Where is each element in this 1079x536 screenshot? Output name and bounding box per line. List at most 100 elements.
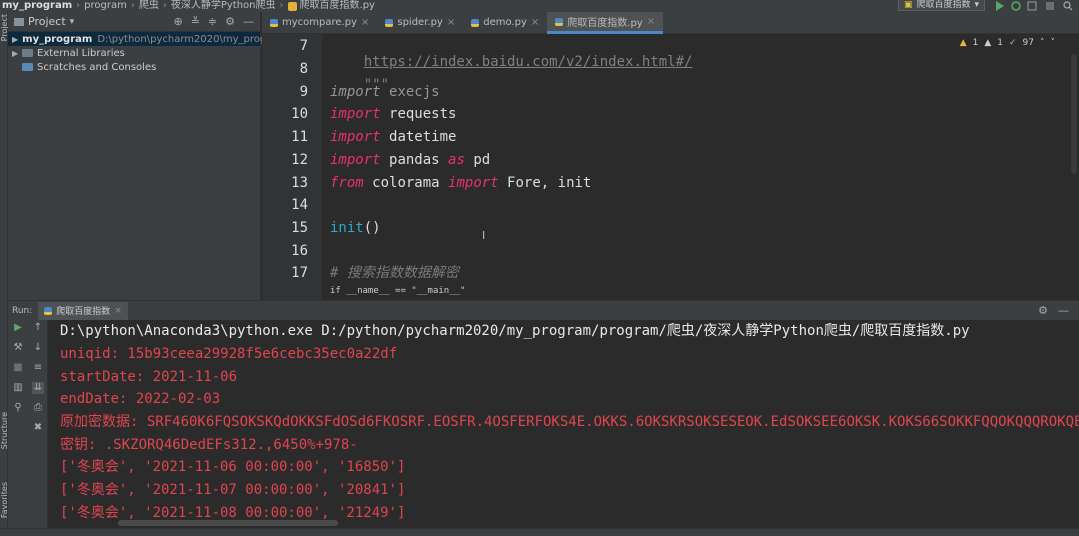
run-tab[interactable]: 爬取百度指数 ×: [38, 301, 128, 320]
soft-wrap-icon[interactable]: ≡: [32, 362, 44, 374]
expand-all-icon[interactable]: ≚: [191, 15, 200, 28]
tab-mycompare[interactable]: mycompare.py ×: [262, 12, 377, 33]
rerun-icon[interactable]: ▶: [12, 322, 24, 334]
tree-item-scratches[interactable]: Scratches and Consoles: [8, 60, 260, 74]
warning-count: 1: [972, 38, 979, 48]
chevron-down-icon[interactable]: ˅: [1051, 38, 1056, 48]
tab-label: mycompare.py: [282, 17, 357, 28]
project-panel: Project ▾ ⊕ ≚ ≑ ⚙ — ▶ my_program D:\pyth…: [8, 12, 286, 300]
gear-icon[interactable]: ⚙: [225, 15, 235, 28]
tree-item-label: Scratches and Consoles: [37, 61, 157, 73]
search-everywhere-icon[interactable]: [1063, 1, 1073, 11]
python-file-icon: [385, 18, 394, 27]
tab-label: demo.py: [483, 17, 527, 28]
chevron-right-icon[interactable]: ▶: [12, 49, 22, 58]
layout-icon[interactable]: ▥: [12, 382, 24, 394]
project-panel-title[interactable]: Project: [28, 15, 66, 28]
chevron-up-icon[interactable]: ˄: [1040, 38, 1045, 48]
editor-scrollbar[interactable]: [1071, 54, 1077, 174]
checkmark-icon: ✓: [1009, 38, 1017, 48]
library-icon: [22, 49, 33, 57]
chevron-down-icon[interactable]: ▾: [70, 17, 75, 27]
breadcrumb-file[interactable]: 爬取百度指数.py: [300, 0, 375, 12]
code-url[interactable]: https://index.baidu.com/v2/index.html#/: [364, 54, 693, 70]
wrench-icon[interactable]: ⚒: [12, 342, 24, 354]
run-toolbar: ▶ ↑ ⚒ ↓ ■ ≡ ▥ ⇊ ⚲ ⎙ ✖: [8, 320, 48, 528]
inspection-widget[interactable]: ▲ 1 ▲ 1 ✓ 97 ˄ ˅: [960, 38, 1055, 48]
console-line: startDate: 2021-11-06: [60, 369, 238, 385]
close-icon[interactable]: ×: [647, 16, 655, 27]
breadcrumb-spider[interactable]: 爬虫: [139, 0, 159, 12]
run-icon[interactable]: [995, 1, 1005, 11]
code-module: pandas: [389, 152, 440, 168]
close-icon[interactable]: ×: [447, 17, 455, 28]
code-alias: pd: [473, 152, 491, 168]
tab-demo[interactable]: demo.py ×: [463, 12, 547, 33]
python-file-icon: [555, 17, 564, 26]
debug-icon[interactable]: [1011, 1, 1021, 11]
code-keyword: import: [330, 84, 381, 100]
python-file-icon: [270, 18, 278, 27]
trash-icon[interactable]: ✖: [32, 422, 44, 434]
python-config-icon: ▣: [903, 0, 913, 10]
status-bar: [0, 528, 1079, 536]
run-panel-header: Run: 爬取百度指数 × ⚙ —: [8, 300, 1079, 320]
breadcrumb-folder[interactable]: 夜深人静学Python爬虫: [171, 0, 276, 12]
tab-baidu-index[interactable]: 爬取百度指数.py ×: [547, 12, 664, 34]
chevron-right-icon[interactable]: ▶: [12, 35, 18, 44]
code-keyword: from: [330, 175, 364, 191]
breadcrumb-program[interactable]: program: [84, 0, 127, 12]
code-footer-hint: if __name__ == "__main__": [330, 286, 466, 296]
code-line: import execjs: [330, 84, 440, 100]
line-number: 11: [291, 129, 308, 145]
console-line: 密钥: .SKZORQ46DedEFs312.,6450%+978-: [60, 437, 358, 453]
code-module: colorama: [372, 175, 440, 191]
gear-icon[interactable]: ⚙: [1038, 304, 1048, 317]
code-editor[interactable]: 7 8 9 10 11 12 13 14 15 16 17 https://in…: [262, 34, 1079, 300]
hide-panel-icon[interactable]: —: [243, 15, 254, 28]
console-line: ['冬奥会', '2021-11-07 00:00:00', '20841']: [60, 482, 406, 498]
python-file-icon: [44, 306, 53, 315]
code-line: import datetime: [330, 129, 456, 145]
console-line: D:\python\Anaconda3\python.exe D:/python…: [60, 323, 970, 339]
code-name: Fore,: [507, 175, 550, 191]
tree-item-root[interactable]: ▶ my_program D:\python\pycharm2020\my_pr…: [8, 32, 286, 46]
run-configuration-selector[interactable]: ▣ 爬取百度指数 ▾: [897, 0, 985, 11]
breadcrumb-separator: ›: [76, 0, 81, 11]
coverage-icon[interactable]: [1027, 1, 1037, 11]
collapse-all-icon[interactable]: ≑: [208, 15, 217, 28]
print-icon[interactable]: ⎙: [32, 402, 44, 414]
console-horizontal-scrollbar[interactable]: [118, 520, 338, 526]
breadcrumb-separator: ›: [279, 0, 284, 11]
tree-item-external-libraries[interactable]: ▶ External Libraries: [8, 46, 260, 60]
code-line: import pandas as pd: [330, 152, 490, 168]
close-icon[interactable]: ×: [114, 306, 122, 316]
run-config-label: 爬取百度指数: [916, 0, 971, 10]
tree-item-label: External Libraries: [37, 47, 125, 59]
stop-icon[interactable]: [1045, 1, 1055, 11]
arrow-down-icon[interactable]: ↓: [32, 342, 44, 354]
ok-count: 97: [1022, 38, 1034, 48]
code-module: datetime: [389, 129, 457, 145]
locate-file-icon[interactable]: ⊕: [173, 15, 182, 28]
pin-icon[interactable]: ⚲: [12, 402, 24, 414]
scroll-to-end-icon[interactable]: ⇊: [32, 382, 44, 394]
line-number: 9: [299, 84, 308, 100]
line-number: 14: [291, 197, 308, 213]
python-file-icon: [287, 1, 297, 11]
arrow-up-icon[interactable]: ↑: [32, 322, 44, 334]
line-number: 12: [291, 152, 308, 168]
breadcrumb-project[interactable]: my_program: [2, 0, 72, 12]
close-icon[interactable]: ×: [531, 17, 539, 28]
run-console[interactable]: D:\python\Anaconda3\python.exe D:/python…: [48, 320, 1079, 528]
breadcrumb-separator: ›: [130, 0, 135, 11]
code-function-call: init: [330, 220, 364, 236]
tree-item-path: D:\python\pycharm2020\my_program: [97, 33, 287, 45]
stop-icon[interactable]: ■: [12, 362, 24, 374]
close-icon[interactable]: ×: [361, 17, 369, 28]
code-line: from colorama import Fore, init: [330, 175, 591, 191]
line-number: 15: [291, 220, 308, 236]
hide-panel-icon[interactable]: —: [1058, 304, 1069, 317]
tab-spider[interactable]: spider.py ×: [377, 12, 463, 33]
line-number: 8: [299, 61, 308, 77]
